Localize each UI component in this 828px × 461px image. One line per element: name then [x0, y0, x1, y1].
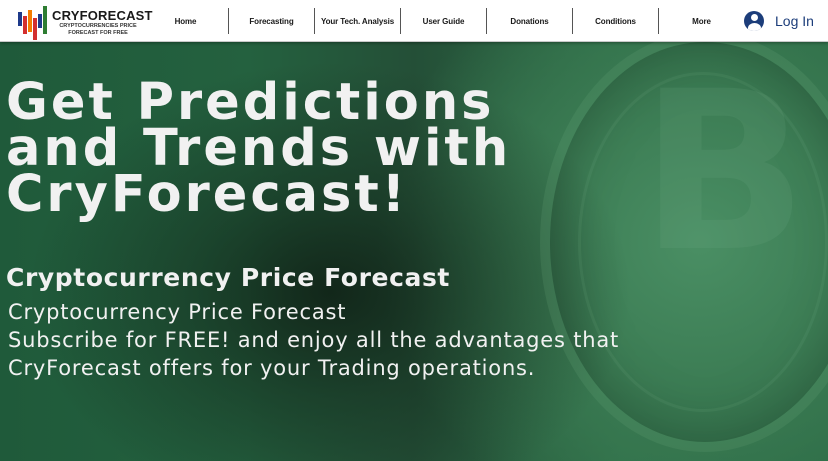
logo-subtitle: CRYPTOCURRENCIES PRICE FORECAST FOR FREE [59, 23, 137, 36]
hero-headline: Get Predictions and Trends with CryForec… [6, 73, 512, 224]
hero-subheading: Cryptocurrency Price Forecast [6, 263, 450, 292]
nav-item-more[interactable]: More [659, 8, 744, 34]
hero-body-line: Subscribe for FREE! and enjoy all the ad… [8, 328, 620, 352]
hero-body-line: CryForecast offers for your Trading oper… [8, 356, 536, 380]
login-button[interactable]: Log In [744, 9, 814, 33]
nav-item-tech-analysis[interactable]: Your Tech. Analysis [315, 8, 400, 34]
user-avatar-icon [744, 11, 764, 31]
site-logo[interactable]: CRYFORECAST CRYPTOCURRENCIES PRICE FOREC… [18, 4, 152, 40]
logo-title: CRYFORECAST [52, 8, 153, 23]
nav-item-conditions[interactable]: Conditions [573, 8, 658, 34]
site-header: CRYFORECAST CRYPTOCURRENCIES PRICE FOREC… [0, 0, 828, 42]
nav-item-user-guide[interactable]: User Guide [401, 8, 486, 34]
nav-item-donations[interactable]: Donations [487, 8, 572, 34]
nav-item-home[interactable]: Home [143, 8, 228, 34]
hero-body-text: Cryptocurrency Price Forecast Subscribe … [8, 298, 620, 382]
hero-body-line: Cryptocurrency Price Forecast [8, 300, 347, 324]
bitcoin-symbol-icon: B [640, 44, 808, 300]
login-label: Log In [775, 13, 814, 29]
logo-chart-icon [18, 6, 47, 40]
nav-item-forecasting[interactable]: Forecasting [229, 8, 314, 34]
hero-section: B Get Predictions and Trends with CryFor… [0, 42, 828, 461]
